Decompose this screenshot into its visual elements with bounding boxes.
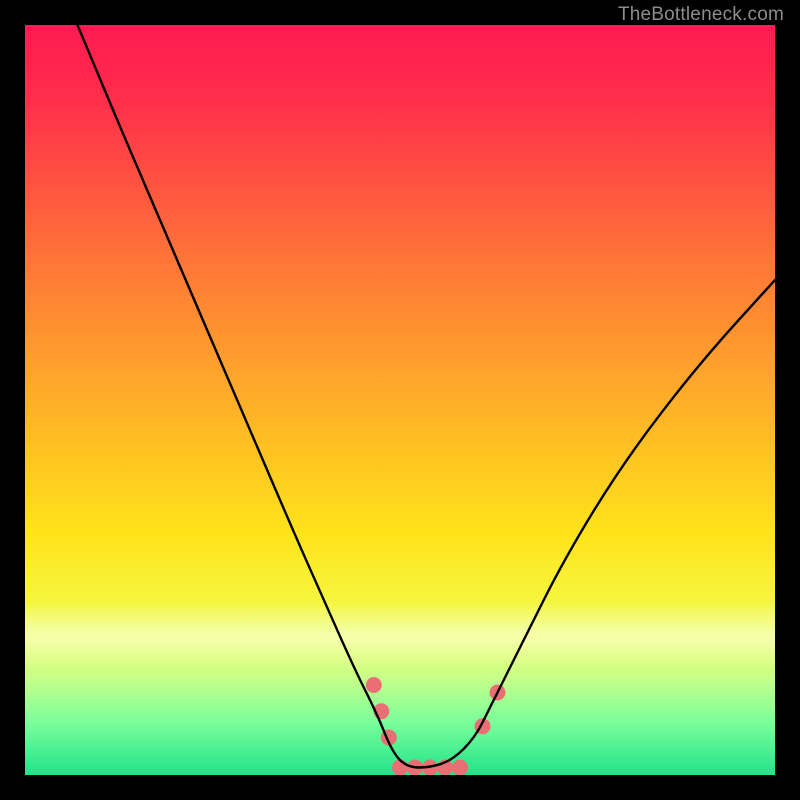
watermark-text: TheBottleneck.com: [618, 4, 784, 26]
valley-marker: [366, 677, 382, 693]
plot-area: [25, 25, 775, 775]
valley-marker: [392, 760, 408, 776]
chart-svg: [25, 25, 775, 775]
bottleneck-curve: [78, 25, 776, 768]
image-frame: TheBottleneck.com: [0, 0, 800, 800]
valley-marker: [452, 760, 468, 776]
valley-markers: [366, 677, 506, 775]
